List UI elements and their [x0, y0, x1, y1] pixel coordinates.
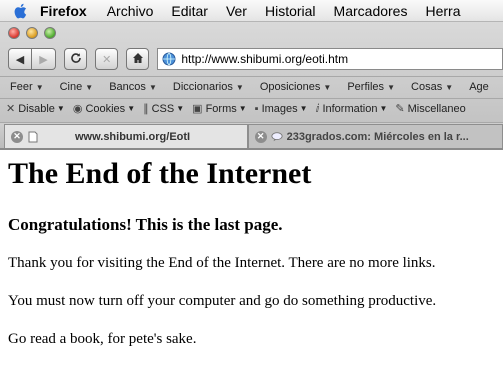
- menu-marcadores[interactable]: Marcadores: [334, 3, 408, 19]
- tab-label: www.shibumi.org/EotI: [75, 130, 191, 143]
- reload-button[interactable]: [64, 48, 88, 70]
- tools-icon: ✎: [395, 103, 405, 115]
- chevron-down-icon: ▼: [235, 82, 244, 92]
- page-icon: [27, 131, 39, 143]
- chevron-down-icon: ▼: [379, 104, 388, 113]
- forward-button[interactable]: ▶: [32, 48, 56, 70]
- chevron-down-icon: ▼: [238, 104, 247, 113]
- menu-ver[interactable]: Ver: [226, 3, 247, 19]
- tab-bar: ✕ www.shibumi.org/EotI ✕ 233grados.com: …: [0, 122, 503, 148]
- bookmark-folder-cosas[interactable]: Cosas ▼: [411, 81, 455, 93]
- chevron-down-icon: ▼: [176, 104, 185, 113]
- dev-miscellaneous-menu[interactable]: ✎ Miscellaneo: [395, 102, 465, 116]
- chevron-down-icon: ▼: [387, 82, 396, 92]
- globe-icon: [162, 52, 176, 66]
- chevron-down-icon: ▼: [148, 82, 157, 92]
- mac-menu-bar: Firefox Archivo Editar Ver Historial Mar…: [0, 0, 503, 22]
- image-icon: ▪: [254, 102, 259, 115]
- menu-historial[interactable]: Historial: [265, 3, 316, 19]
- window-controls: [8, 27, 56, 39]
- chevron-down-icon: ▼: [85, 82, 94, 92]
- bookmarks-toolbar: Feer ▼ Cine ▼ Bancos ▼ Diccionarios ▼ Op…: [0, 76, 503, 96]
- url-bar[interactable]: http://www.shibumi.org/eoti.htm: [157, 48, 503, 70]
- bookmark-folder-cine[interactable]: Cine ▼: [60, 81, 96, 93]
- minimize-window-button[interactable]: [26, 27, 38, 39]
- dev-cookies-menu[interactable]: ◉ Cookies ▼: [72, 102, 136, 116]
- chevron-down-icon: ▼: [35, 82, 44, 92]
- dev-disable-menu[interactable]: ✕ Disable ▼: [6, 102, 65, 116]
- paragraph-turn-off: You must now turn off your computer and …: [8, 293, 437, 309]
- lock-icon: ▣: [192, 103, 203, 115]
- menu-firefox[interactable]: Firefox: [40, 3, 87, 19]
- page-heading: The End of the Internet: [8, 157, 312, 190]
- stop-icon: ✕: [102, 53, 112, 66]
- navigation-toolbar: ◀ ▶ ✕ http://www.shibumi.org/eoti.htm: [0, 45, 503, 73]
- tab-shibumi[interactable]: ✕ www.shibumi.org/EotI: [4, 124, 248, 148]
- menu-editar[interactable]: Editar: [171, 3, 208, 19]
- cookie-eye-icon: ◉: [72, 103, 83, 115]
- close-tab-icon[interactable]: ✕: [11, 130, 23, 143]
- apple-menu-icon[interactable]: [10, 0, 32, 21]
- paragraph-thank-you: Thank you for visiting the End of the In…: [8, 255, 436, 271]
- bookmark-folder-bancos[interactable]: Bancos ▼: [109, 81, 159, 93]
- forward-arrow-icon: ▶: [39, 53, 48, 66]
- back-button[interactable]: ◀: [8, 48, 32, 70]
- dev-forms-menu[interactable]: ▣ Forms ▼: [192, 102, 247, 116]
- bookmark-folder-age[interactable]: Age: [469, 81, 489, 93]
- menu-herramientas[interactable]: Herra: [425, 3, 460, 19]
- css-icon: ∥: [143, 103, 149, 115]
- bookmark-folder-diccionarios[interactable]: Diccionarios ▼: [173, 81, 246, 93]
- bookmark-folder-perfiles[interactable]: Perfiles ▼: [347, 81, 397, 93]
- menu-archivo[interactable]: Archivo: [107, 3, 154, 19]
- back-arrow-icon: ◀: [15, 53, 25, 66]
- dev-information-menu[interactable]: ⅈ Information ▼: [315, 102, 388, 116]
- speech-bubble-icon: [271, 131, 283, 143]
- home-button[interactable]: [126, 48, 150, 70]
- chevron-down-icon: ▼: [299, 104, 308, 113]
- back-forward-group: ◀ ▶: [8, 48, 56, 70]
- chevron-down-icon: ▼: [323, 82, 332, 92]
- chevron-down-icon: ▼: [445, 82, 454, 92]
- dev-images-menu[interactable]: ▪ Images ▼: [255, 103, 308, 115]
- chevron-down-icon: ▼: [127, 104, 136, 113]
- tab-label: 233grados.com: Miércoles en la r...: [286, 130, 469, 143]
- bookmark-folder-feer[interactable]: Feer ▼: [10, 81, 46, 93]
- bookmark-folder-oposiciones[interactable]: Oposiciones ▼: [260, 81, 334, 93]
- info-icon: ⅈ: [315, 103, 320, 115]
- paragraph-read-book: Go read a book, for pete's sake.: [8, 331, 197, 347]
- reload-icon: [70, 52, 82, 67]
- close-window-button[interactable]: [8, 27, 20, 39]
- web-developer-toolbar: ✕ Disable ▼ ◉ Cookies ▼ ∥ CSS ▼ ▣ Forms ▼ ▪ Image…: [0, 98, 503, 118]
- stop-button[interactable]: ✕: [95, 48, 119, 70]
- tab-233grados[interactable]: ✕ 233grados.com: Miércoles en la r...: [247, 124, 503, 148]
- page-content: The End of the Internet Congratulations!…: [0, 150, 503, 376]
- disable-icon: ✕: [6, 103, 16, 115]
- zoom-window-button[interactable]: [44, 27, 56, 39]
- home-icon: [132, 52, 144, 67]
- url-text[interactable]: http://www.shibumi.org/eoti.htm: [181, 52, 348, 66]
- close-tab-icon[interactable]: ✕: [254, 130, 267, 143]
- page-subheading: Congratulations! This is the last page.: [8, 215, 283, 234]
- chevron-down-icon: ▼: [56, 104, 65, 113]
- browser-chrome: ◀ ▶ ✕ http://www.shibumi.org/eoti.htm Fe…: [0, 22, 503, 150]
- dev-css-menu[interactable]: ∥ CSS ▼: [143, 102, 185, 116]
